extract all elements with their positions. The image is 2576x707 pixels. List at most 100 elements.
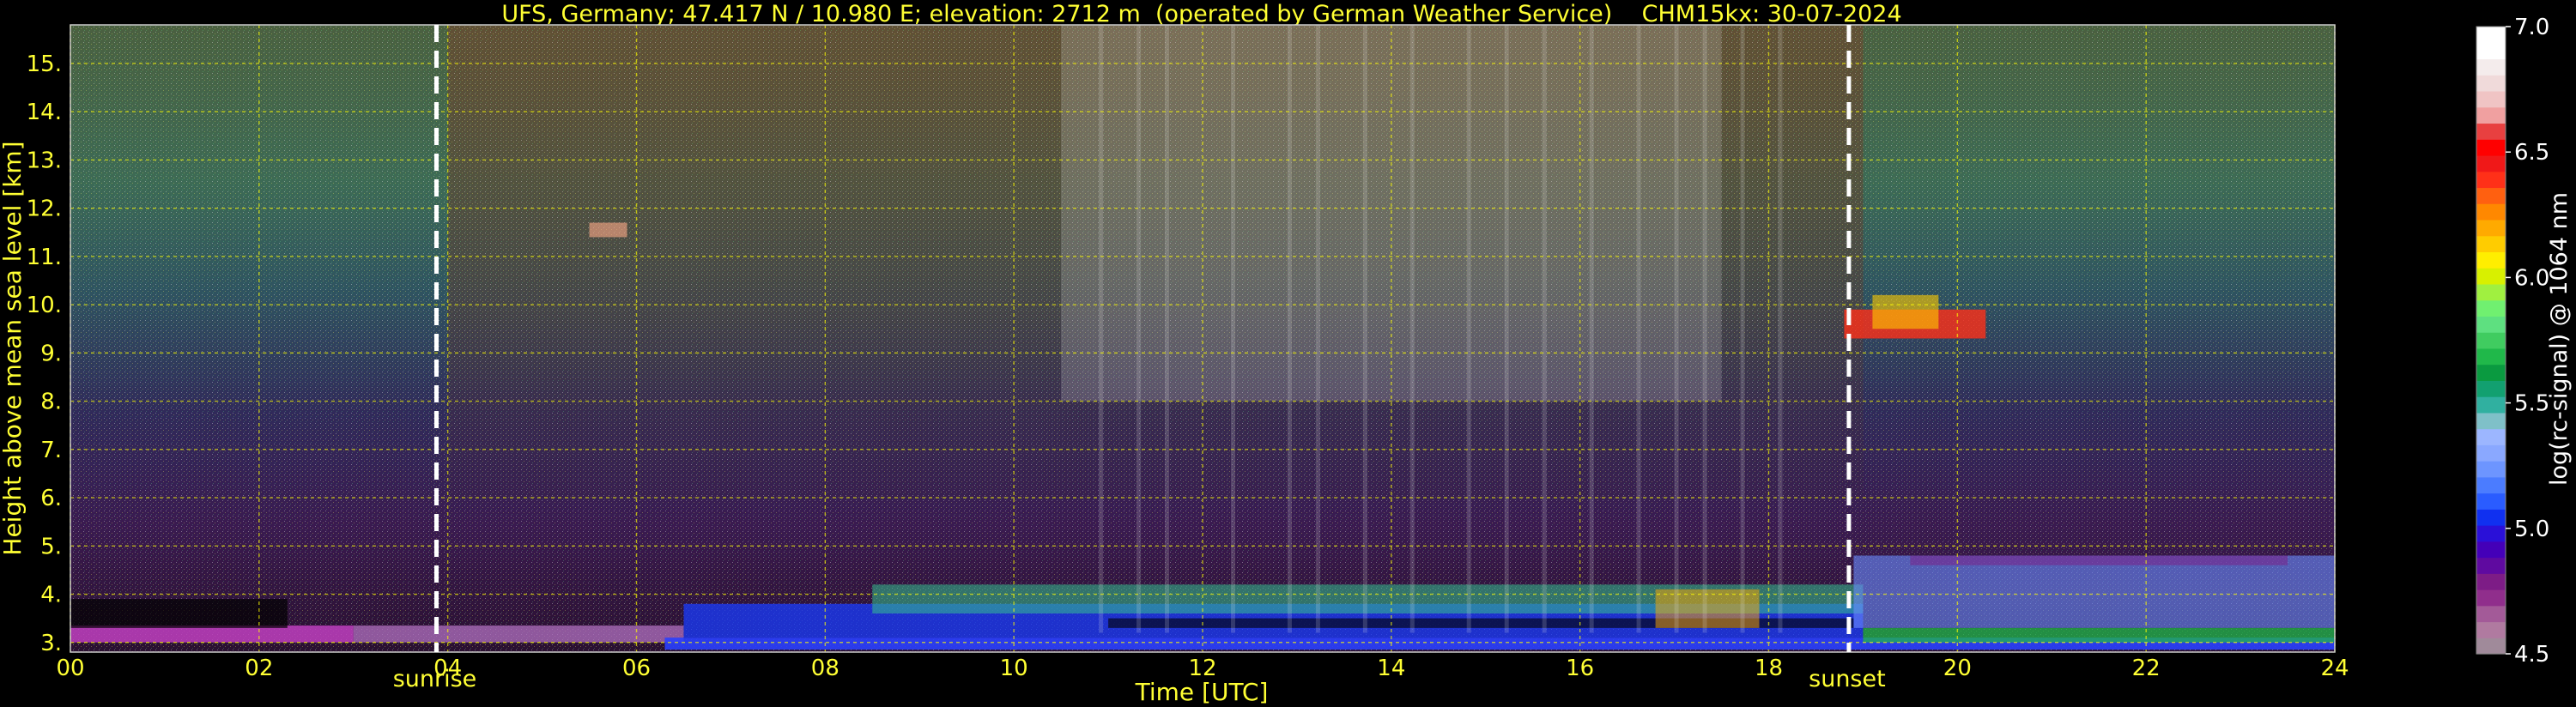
signal-streak <box>1504 25 1509 633</box>
colorbar-segment <box>2476 316 2506 333</box>
x-tick-label: 16 <box>1566 656 1594 681</box>
y-tick-label: 8. <box>40 390 62 415</box>
colorbar-segment <box>2476 461 2506 478</box>
colorbar-tick-label: 6.5 <box>2514 140 2549 166</box>
x-tick-label: 00 <box>56 656 84 681</box>
colorbar-segment <box>2476 106 2506 124</box>
y-tick-label: 11. <box>27 245 62 270</box>
y-tick-label: 13. <box>27 148 62 173</box>
signal-streak <box>1287 25 1292 633</box>
colorbar-segment <box>2476 638 2506 655</box>
colorbar-tick-label: 6.0 <box>2514 265 2549 291</box>
colorbar-segment <box>2476 347 2506 366</box>
x-tick-label: 06 <box>622 656 651 681</box>
colorbar-segment <box>2476 396 2506 414</box>
x-tick-label: 04 <box>433 656 462 681</box>
colorbar <box>2476 26 2506 655</box>
x-tick-label: 14 <box>1377 656 1405 681</box>
colorbar-segment <box>2476 299 2506 317</box>
colorbar-segment <box>2476 58 2506 76</box>
signal-streak <box>1674 25 1679 633</box>
colorbar-segment <box>2476 605 2506 623</box>
y-tick-label: 15. <box>27 51 62 77</box>
x-tick-label: 18 <box>1755 656 1783 681</box>
low-layer-band <box>70 625 354 643</box>
colorbar-tick-label: 5.5 <box>2514 391 2549 417</box>
x-tick-label: 22 <box>2132 656 2161 681</box>
signal-streak <box>1589 25 1594 633</box>
colorbar-segment <box>2476 42 2506 60</box>
signal-streak <box>1362 25 1367 633</box>
signal-streak <box>1315 25 1320 633</box>
colorbar-segment <box>2476 283 2506 301</box>
x-tick-label: 02 <box>245 656 273 681</box>
x-tick-label: 20 <box>1943 656 1972 681</box>
x-axis-label: Time [UTC] <box>1135 678 1269 706</box>
colorbar-segment <box>2476 557 2506 574</box>
colorbar-segment <box>2476 589 2506 607</box>
signal-streak <box>1778 25 1783 633</box>
y-tick-label: 10. <box>27 293 62 318</box>
y-tick-label: 6. <box>40 486 62 511</box>
evening-layer-band <box>1863 627 2335 643</box>
signal-streak <box>1165 25 1170 633</box>
y-tick-label: 5. <box>40 534 62 559</box>
chart-title: UFS, Germany; 47.417 N / 10.980 E; eleva… <box>501 1 1901 27</box>
colorbar-segment <box>2476 123 2506 140</box>
signal-streak <box>1740 25 1745 633</box>
y-tick-label: 4. <box>40 583 62 608</box>
colorbar-segment <box>2476 171 2506 189</box>
colorbar-tick-label: 7.0 <box>2514 15 2549 40</box>
y-tick-label: 9. <box>40 341 62 366</box>
colorbar-segment <box>2476 444 2506 462</box>
cirrus-cloud <box>589 222 627 238</box>
colorbar-segment <box>2476 509 2506 526</box>
sun-marker-label: sunset <box>1809 666 1886 692</box>
colorbar-segment <box>2476 75 2506 92</box>
colorbar-ticks: 4.5 5.0 5.5 6.0 6.5 7.0 <box>2506 15 2549 668</box>
signal-streak <box>1542 25 1547 633</box>
signal-streak <box>1230 25 1235 633</box>
ceilometer-chart: UFS, Germany; 47.417 N / 10.980 E; eleva… <box>0 1 2573 706</box>
signal-streak <box>1409 25 1415 633</box>
colorbar-label: log(rc-signal) @ 1064 nm <box>2546 192 2573 486</box>
shadow-band <box>70 599 288 628</box>
colorbar-segment <box>2476 492 2506 510</box>
colorbar-tick-label: 4.5 <box>2514 642 2549 668</box>
colorbar-segment <box>2476 332 2506 349</box>
colorbar-segment <box>2476 573 2506 590</box>
plot-area: sunrise sunset <box>70 24 2336 692</box>
colorbar-segment <box>2476 380 2506 397</box>
colorbar-segment <box>2476 251 2506 269</box>
signal-streak <box>1136 25 1142 633</box>
colorbar-segment <box>2476 428 2506 445</box>
y-tick-label: 14. <box>27 100 62 125</box>
colorbar-segment <box>2476 621 2506 638</box>
x-tick-label: 08 <box>811 656 839 681</box>
colorbar-tick-label: 5.0 <box>2514 517 2549 542</box>
colorbar-segment <box>2476 219 2506 237</box>
signal-streak <box>1702 25 1707 633</box>
y-tick-label: 3. <box>40 631 62 656</box>
x-tick-label: 24 <box>2320 656 2349 681</box>
y-tick-label: 12. <box>27 196 62 222</box>
colorbar-segment <box>2476 476 2506 494</box>
x-tick-label: 10 <box>1000 656 1028 681</box>
evening-layer-band <box>1910 555 2288 565</box>
colorbar-segment <box>2476 235 2506 253</box>
colorbar-segment <box>2476 412 2506 430</box>
colorbar-segment <box>2476 525 2506 542</box>
y-axis-label: Height above mean sea level [km] <box>0 141 27 555</box>
cirrus-cloud <box>1872 294 1939 329</box>
signal-streak <box>1466 25 1471 633</box>
signal-streak <box>1636 25 1641 633</box>
colorbar-segment <box>2476 203 2506 221</box>
colorbar-segment <box>2476 90 2506 108</box>
colorbar-segment <box>2476 139 2506 156</box>
colorbar-segment <box>2476 364 2506 381</box>
evening-layer-band <box>1853 555 2335 628</box>
y-tick-label: 7. <box>40 438 62 463</box>
colorbar-segment <box>2476 541 2506 559</box>
signal-streak <box>1099 25 1104 633</box>
colorbar-segment <box>2476 154 2506 172</box>
